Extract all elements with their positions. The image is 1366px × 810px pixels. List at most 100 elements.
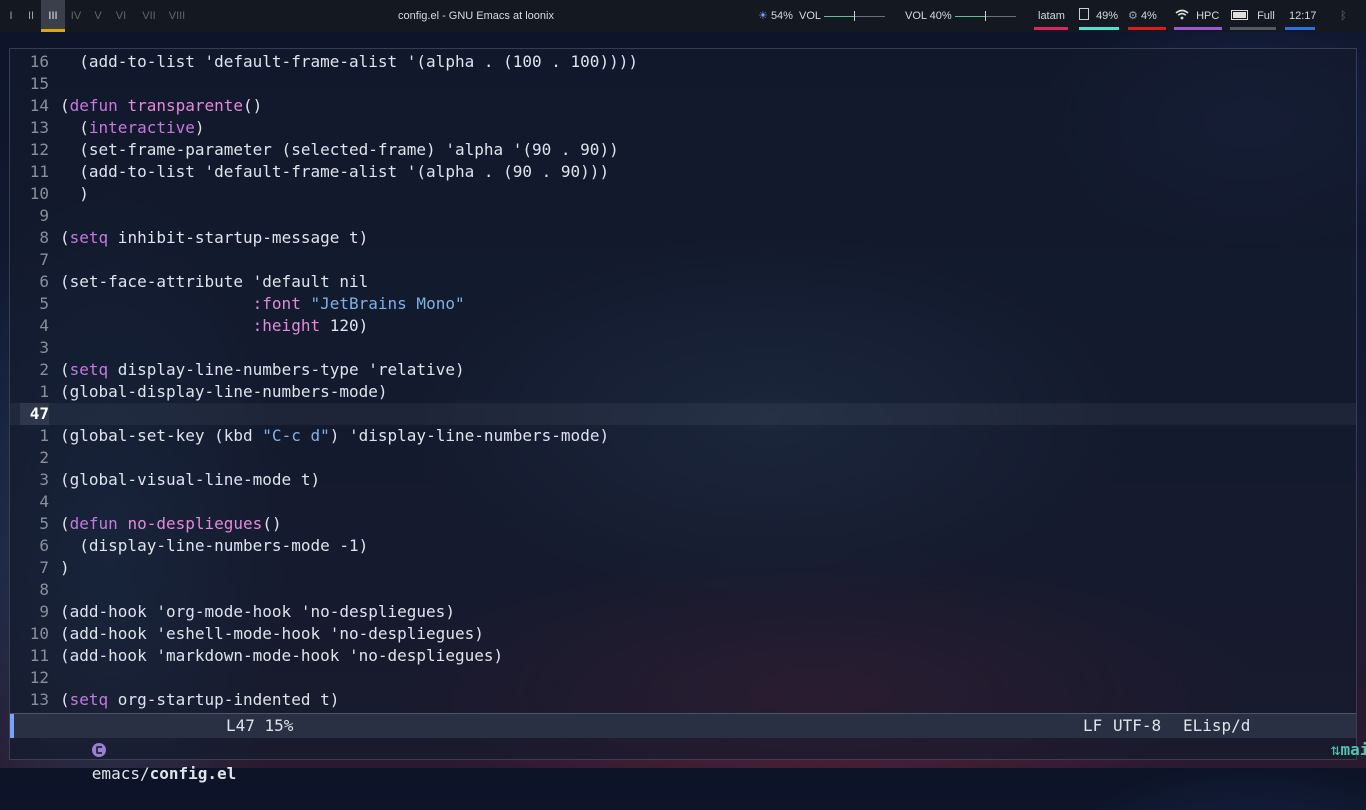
volume-module-1[interactable]: VOL	[799, 0, 885, 32]
brightness-module[interactable]: ☀ 54%	[758, 0, 793, 32]
clock-value: 12:17	[1289, 10, 1317, 22]
volume-module-2[interactable]: VOL 40%	[905, 0, 1016, 32]
line-number: 6	[39, 272, 49, 291]
code-token: :height	[252, 316, 321, 335]
code-line[interactable]: 6 (set-face-attribute 'default nil	[10, 271, 1356, 293]
code-line[interactable]: 47	[10, 403, 1356, 425]
code-token: org-startup-indented t)	[108, 690, 340, 709]
code-line[interactable]: 7)	[10, 557, 1356, 579]
code-line[interactable]: 2 (setq display-line-numbers-type 'relati…	[10, 359, 1356, 381]
line-code: )	[60, 557, 70, 579]
memory-underline	[1079, 27, 1119, 30]
code-token: (set-frame-parameter (selected-frame) 'a…	[60, 140, 619, 159]
code-line[interactable]: 10 (add-hook 'eshell-mode-hook 'no-despli…	[10, 623, 1356, 645]
wifi-icon	[1175, 9, 1189, 20]
line-number: 3	[39, 338, 49, 357]
keyboard-layout-value: latam	[1038, 10, 1065, 22]
code-token: (add-to-list 'default-frame-alist '(alph…	[60, 52, 638, 71]
code-line[interactable]: 11 (add-hook 'markdown-mode-hook 'no-desp…	[10, 645, 1356, 667]
line-number: 5	[39, 294, 49, 313]
code-token: (	[60, 514, 70, 533]
code-line[interactable]: 2	[10, 447, 1356, 469]
code-token: (add-to-list 'default-frame-alist '(alph…	[60, 162, 610, 181]
line-number: 2	[39, 448, 49, 467]
major-mode[interactable]: ELisp/d	[1183, 714, 1250, 738]
line-code: (interactive)	[60, 117, 204, 139]
code-line[interactable]: 4	[10, 491, 1356, 513]
code-token: (add-hook 'org-mode-hook 'no-despliegues…	[60, 602, 455, 621]
code-line[interactable]: 9 (add-hook 'org-mode-hook 'no-despliegue…	[10, 601, 1356, 623]
code-line[interactable]: 16 (add-to-list 'default-frame-alist '(a…	[10, 51, 1356, 73]
code-line[interactable]: 15	[10, 73, 1356, 95]
line-number: 8	[39, 580, 49, 599]
code-line[interactable]: 5 (defun no-despliegues()	[10, 513, 1356, 535]
code-line[interactable]: 12 (set-frame-parameter (selected-frame)…	[10, 139, 1356, 161]
code-line[interactable]: 1 (global-set-key (kbd "C-c d") 'display-…	[10, 425, 1356, 447]
line-code: (add-to-list 'default-frame-alist '(alph…	[60, 161, 609, 183]
code-line[interactable]: 7	[10, 249, 1356, 271]
code-line[interactable]: 4 :height 120)	[10, 315, 1356, 337]
code-line[interactable]: 13 (interactive)	[10, 117, 1356, 139]
mode-line-indicator	[10, 714, 14, 738]
line-number: 11	[29, 646, 49, 665]
line-number: 9	[39, 602, 49, 621]
line-code: (setq inhibit-startup-message t)	[60, 227, 368, 249]
line-code: :font "JetBrains Mono"	[60, 293, 465, 315]
emacs-frame: 1 6 (add-to-list 'default-frame-alist '(a…	[9, 48, 1366, 783]
code-line[interactable]: 8 (setq inhibit-startup-message t)	[10, 227, 1356, 249]
code-line[interactable]: 11 (add-to-list 'default-frame-alist '(a…	[10, 161, 1356, 183]
code-line[interactable]: 6 (display-line-numbers-mode -1)	[10, 535, 1356, 557]
code-line[interactable]: 13 (setq org-startup-indented t)	[10, 689, 1356, 711]
line-number: 9	[39, 206, 49, 225]
clock-underline	[1285, 27, 1315, 30]
battery-value: Full	[1257, 10, 1275, 22]
line-number: 47	[20, 403, 49, 425]
code-line[interactable]: 9	[10, 205, 1356, 227]
volume-2-slider-right	[985, 15, 1016, 17]
wifi-underline	[1174, 27, 1222, 30]
line-number: 1	[39, 426, 49, 445]
code-token: display-line-numbers-type 'relative)	[108, 360, 465, 379]
minibuffer[interactable]	[10, 737, 1356, 759]
code-line[interactable]: 10 )	[10, 183, 1356, 205]
line-number: 12	[29, 668, 49, 687]
cpu-value: 4%	[1140, 10, 1157, 22]
code-line[interactable]: 3 (global-visual-line-mode t)	[10, 469, 1356, 491]
keyboard-underline	[1034, 27, 1068, 30]
brightness-value: 54%	[770, 10, 793, 22]
line-code: (display-line-numbers-mode -1)	[60, 535, 368, 557]
code-token: (set-face-attribute 'default nil	[60, 272, 369, 291]
bluetooth-module[interactable]: ᛒ	[1340, 0, 1347, 32]
buffer-file: config.el	[149, 764, 237, 783]
code-line[interactable]: 12	[10, 667, 1356, 689]
volume-slider-right	[854, 15, 885, 17]
code-token: transparente	[127, 96, 244, 115]
code-token: )	[60, 558, 70, 577]
brightness-icon: ☀	[758, 10, 768, 22]
code-token: (global-set-key (kbd	[60, 426, 263, 445]
code-token: (	[60, 690, 70, 709]
code-line[interactable]: 14 (defun transparente()	[10, 95, 1356, 117]
eol-type[interactable]: LF	[1083, 714, 1102, 738]
code-line[interactable]: 5 :font "JetBrains Mono"	[10, 293, 1356, 315]
code-token: no-despliegues	[127, 514, 263, 533]
line-number: 3	[39, 470, 49, 489]
code-line[interactable]: 1 (global-display-line-numbers-mode)	[10, 381, 1356, 403]
code-line[interactable]: 3	[10, 337, 1356, 359]
line-code: (add-to-list 'default-frame-alist '(alph…	[60, 51, 638, 73]
line-number: 5	[39, 514, 49, 533]
line-code: (setq display-line-numbers-type 'relativ…	[60, 359, 465, 381]
code-token: (	[60, 228, 70, 247]
line-code: (add-hook 'markdown-mode-hook 'no-despli…	[60, 645, 503, 667]
volume-slider-left	[823, 15, 854, 17]
line-code: (set-frame-parameter (selected-frame) 'a…	[60, 139, 619, 161]
line-number: 4	[39, 316, 49, 335]
code-line[interactable]: 8	[10, 579, 1356, 601]
line-number: 4	[39, 492, 49, 511]
code-token: defun	[69, 96, 118, 115]
buffer-name[interactable]: emacs/config.el	[34, 714, 236, 810]
editor-buffer[interactable]: 1 6 (add-to-list 'default-frame-alist '(a…	[10, 51, 1356, 713]
file-encoding[interactable]: UTF-8	[1113, 714, 1161, 738]
code-token: ) 'display-line-numbers-mode)	[329, 426, 610, 445]
